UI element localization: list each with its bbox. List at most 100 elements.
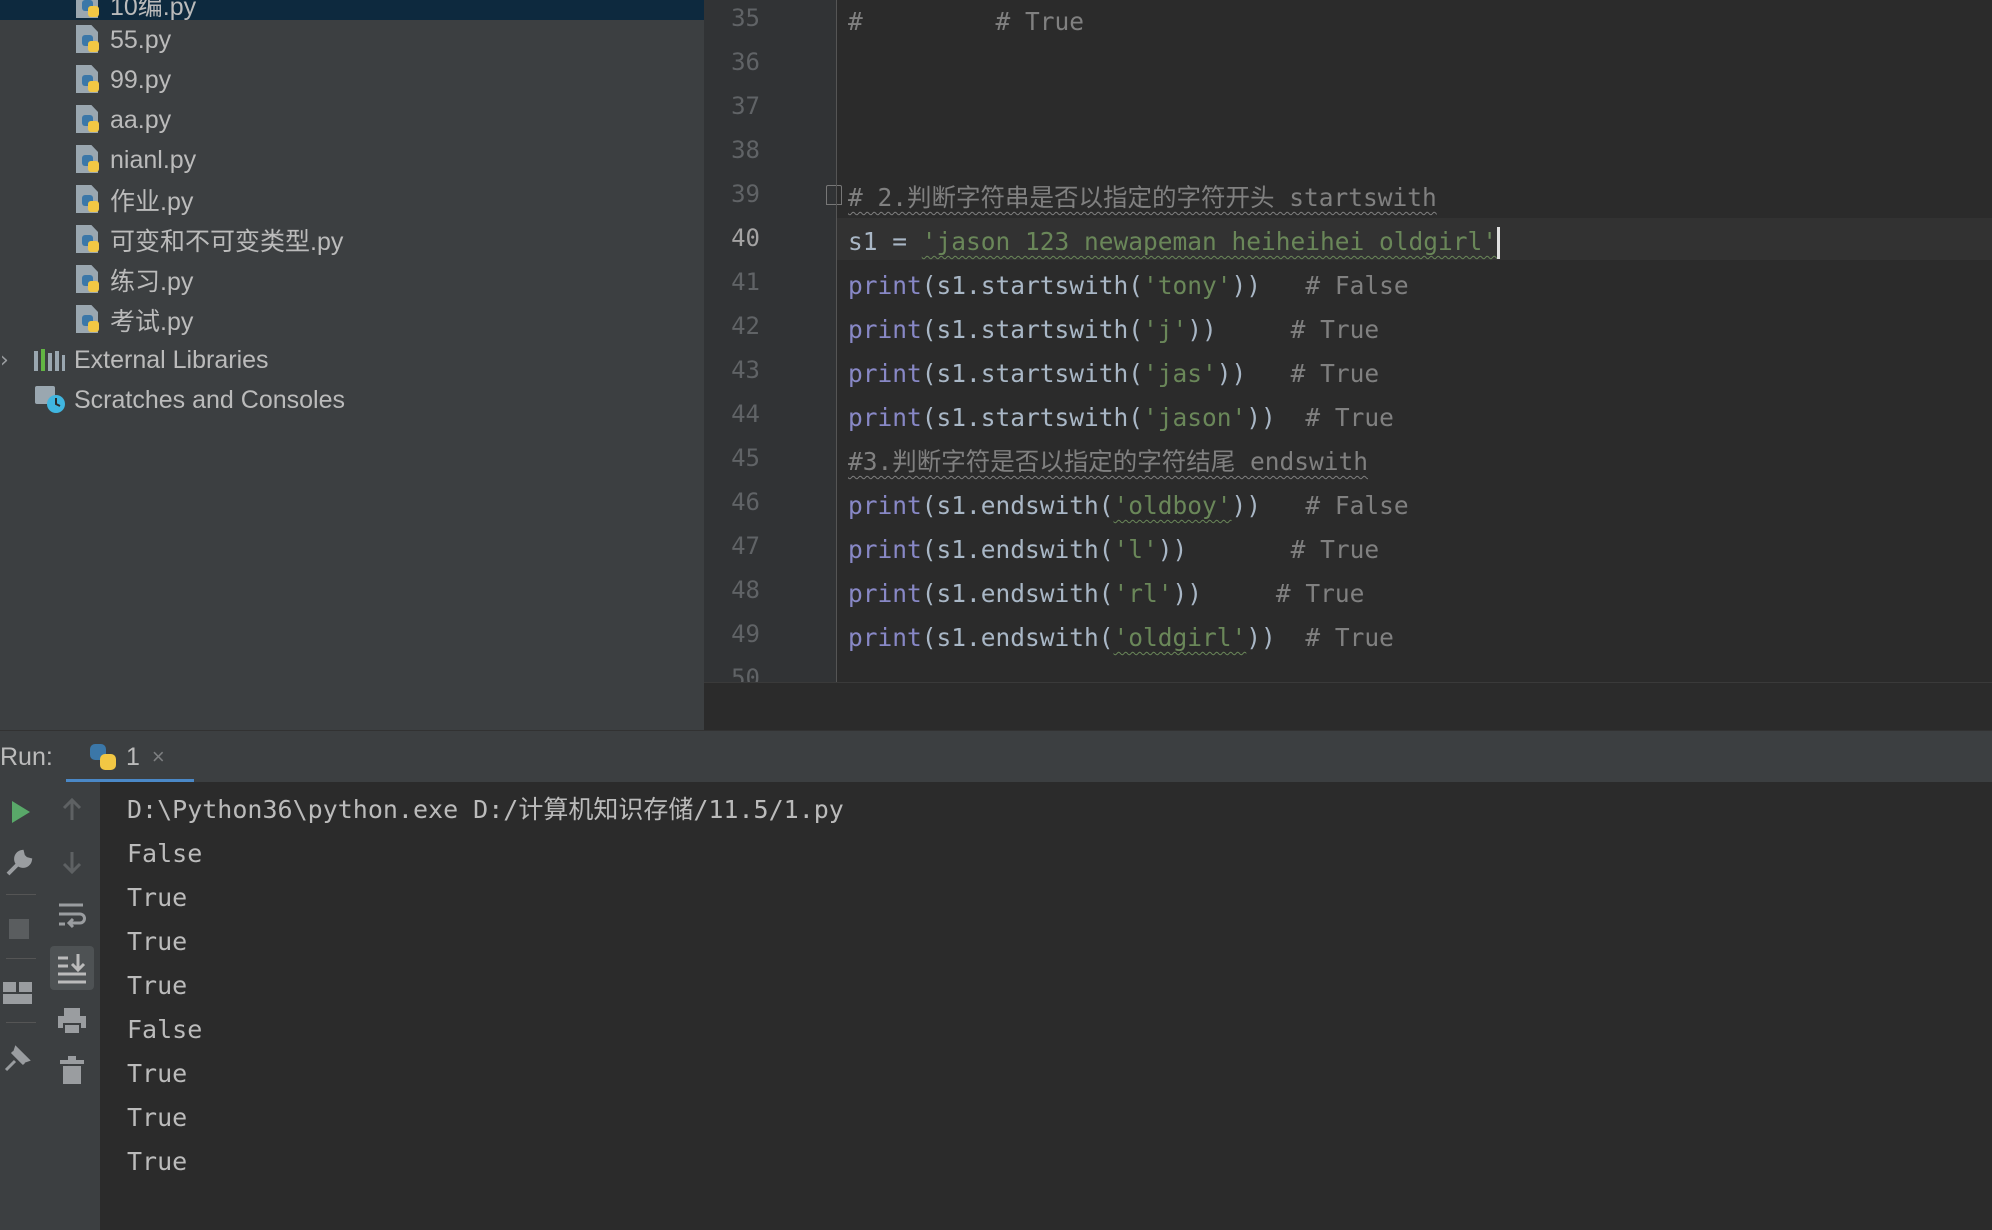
tree-label: External Libraries: [74, 345, 269, 374]
text-caret: [1497, 227, 1501, 259]
python-file-icon: [76, 225, 102, 255]
toolbar-separator: [6, 894, 36, 895]
console-output-line: True: [127, 1103, 188, 1132]
code-line-45[interactable]: #3.判断字符是否以指定的字符结尾 endswith: [848, 440, 1368, 484]
code-text: (s1.endswith(: [921, 579, 1114, 608]
toolbar-separator: [6, 958, 36, 959]
fold-marker-icon[interactable]: [826, 185, 842, 205]
chevron-right-icon[interactable]: ›: [0, 348, 20, 373]
run-panel-header: Run: 1 ×: [0, 730, 1992, 783]
line-number-active: 40: [731, 224, 760, 252]
console-output-line: False: [127, 1015, 203, 1044]
code-text: )): [1216, 359, 1291, 388]
tree-label: Scratches and Consoles: [74, 385, 345, 414]
python-file-icon: [76, 0, 102, 20]
comment: #3.判断字符是否以指定的字符结尾 endswith: [848, 447, 1369, 476]
line-number: 49: [731, 620, 760, 648]
string-literal: 'oldgirl': [1113, 623, 1247, 652]
rerun-play-icon[interactable]: [6, 798, 34, 826]
close-icon[interactable]: ×: [152, 744, 165, 770]
tree-file-item[interactable]: aa.py: [76, 101, 171, 139]
tree-file-item[interactable]: nianl.py: [76, 141, 196, 179]
print-icon[interactable]: [56, 1006, 88, 1036]
code-line-43[interactable]: print(s1.startswith('jas')) # True: [848, 352, 1379, 396]
comment: # False: [1305, 271, 1409, 300]
line-number: 43: [731, 356, 760, 384]
tree-file-item[interactable]: 99.py: [76, 61, 171, 99]
code-line-39[interactable]: # 2.判断字符串是否以指定的字符开头 startswith: [848, 176, 1437, 220]
run-tab-label: 1: [126, 742, 140, 771]
comment: # 2.判断字符串是否以指定的字符开头 startswith: [848, 183, 1437, 212]
line-number: 50: [731, 664, 760, 682]
code-line-41[interactable]: print(s1.startswith('tony')) # False: [848, 264, 1409, 308]
console-output-line: True: [127, 1059, 188, 1088]
code-text: )): [1231, 491, 1306, 520]
keyword: print: [848, 315, 922, 344]
comment: # True: [1275, 579, 1365, 608]
toolbar-separator: [6, 1022, 36, 1023]
python-file-icon: [76, 265, 102, 295]
code-text: (s1.endswith(: [921, 491, 1114, 520]
scroll-to-end-icon: [58, 954, 86, 984]
console-command-line: D:\Python36\python.exe D:/计算机知识存储/11.5/1…: [127, 795, 844, 824]
console-output-line: True: [127, 1147, 188, 1176]
code-text: (s1.startswith(: [921, 359, 1144, 388]
soft-wrap-icon[interactable]: [56, 900, 88, 930]
code-text: s1 =: [848, 227, 922, 256]
stop-icon[interactable]: [6, 916, 32, 942]
library-icon: [34, 349, 65, 371]
code-line-35[interactable]: # # True: [848, 0, 1084, 44]
code-line-49[interactable]: print(s1.endswith('oldgirl')) # True: [848, 616, 1394, 660]
tree-file-item[interactable]: 55.py: [76, 21, 171, 59]
code-text: )): [1157, 535, 1291, 564]
line-number: 37: [731, 92, 760, 120]
line-number: 41: [731, 268, 760, 296]
scroll-to-end-toggle[interactable]: [50, 946, 94, 990]
tree-file-item[interactable]: 可变和不可变类型.py: [76, 221, 343, 259]
wrench-icon[interactable]: [4, 848, 34, 878]
python-file-icon: [76, 65, 102, 95]
run-tab[interactable]: 1 ×: [66, 731, 194, 783]
code-line-40[interactable]: s1 = 'jason 123 newapeman heiheihei oldg…: [848, 220, 1501, 264]
keyword: print: [848, 403, 922, 432]
comment: # False: [1305, 491, 1409, 520]
console-output-line: True: [127, 927, 188, 956]
code-editor[interactable]: 35 36 37 38 39 40 41 42 43 44 45 46 47 4…: [704, 0, 1992, 682]
code-text: )): [1246, 403, 1306, 432]
editor-bottom-area: [704, 682, 1992, 731]
file-name: 99.py: [110, 65, 172, 94]
console-output-line: True: [127, 971, 188, 1000]
layout-icon[interactable]: [2, 980, 34, 1006]
line-number: 47: [731, 532, 760, 560]
arrow-up-icon[interactable]: [58, 796, 86, 824]
file-name: 10编.py: [110, 0, 197, 21]
line-gutter: 35 36 37 38 39 40 41 42 43 44 45 46 47 4…: [704, 0, 842, 682]
code-text: (s1.startswith(: [921, 271, 1144, 300]
trash-icon[interactable]: [58, 1056, 86, 1086]
tree-file-item[interactable]: 练习.py: [76, 261, 193, 299]
code-line-44[interactable]: print(s1.startswith('jason')) # True: [848, 396, 1394, 440]
string-literal: 'oldboy': [1113, 491, 1232, 520]
code-line-42[interactable]: print(s1.startswith('j')) # True: [848, 308, 1379, 352]
code-text: (s1.startswith(: [921, 403, 1144, 432]
tree-external-libraries[interactable]: › External Libraries: [0, 341, 269, 379]
code-text: )): [1172, 579, 1276, 608]
tree-file-item[interactable]: 作业.py: [76, 181, 193, 219]
code-line-48[interactable]: print(s1.endswith('rl')) # True: [848, 572, 1364, 616]
tree-file-item[interactable]: 考试.py: [76, 301, 193, 339]
code-line-46[interactable]: print(s1.endswith('oldboy')) # False: [848, 484, 1409, 528]
arrow-down-icon[interactable]: [58, 848, 86, 876]
string-literal: 'l': [1113, 535, 1158, 564]
tree-scratches[interactable]: Scratches and Consoles: [34, 381, 345, 419]
string-literal: 'rl': [1113, 579, 1173, 608]
string-literal: 'tony': [1143, 271, 1232, 300]
file-name: aa.py: [110, 105, 172, 134]
comment: # True: [1305, 623, 1394, 652]
python-file-icon: [76, 145, 102, 175]
keyword: print: [848, 271, 922, 300]
line-number: 36: [731, 48, 760, 76]
comment: # True: [1290, 315, 1380, 344]
code-line-47[interactable]: print(s1.endswith('l')) # True: [848, 528, 1379, 572]
run-console[interactable]: D:\Python36\python.exe D:/计算机知识存储/11.5/1…: [101, 782, 1992, 1230]
pin-icon[interactable]: [2, 1044, 32, 1074]
